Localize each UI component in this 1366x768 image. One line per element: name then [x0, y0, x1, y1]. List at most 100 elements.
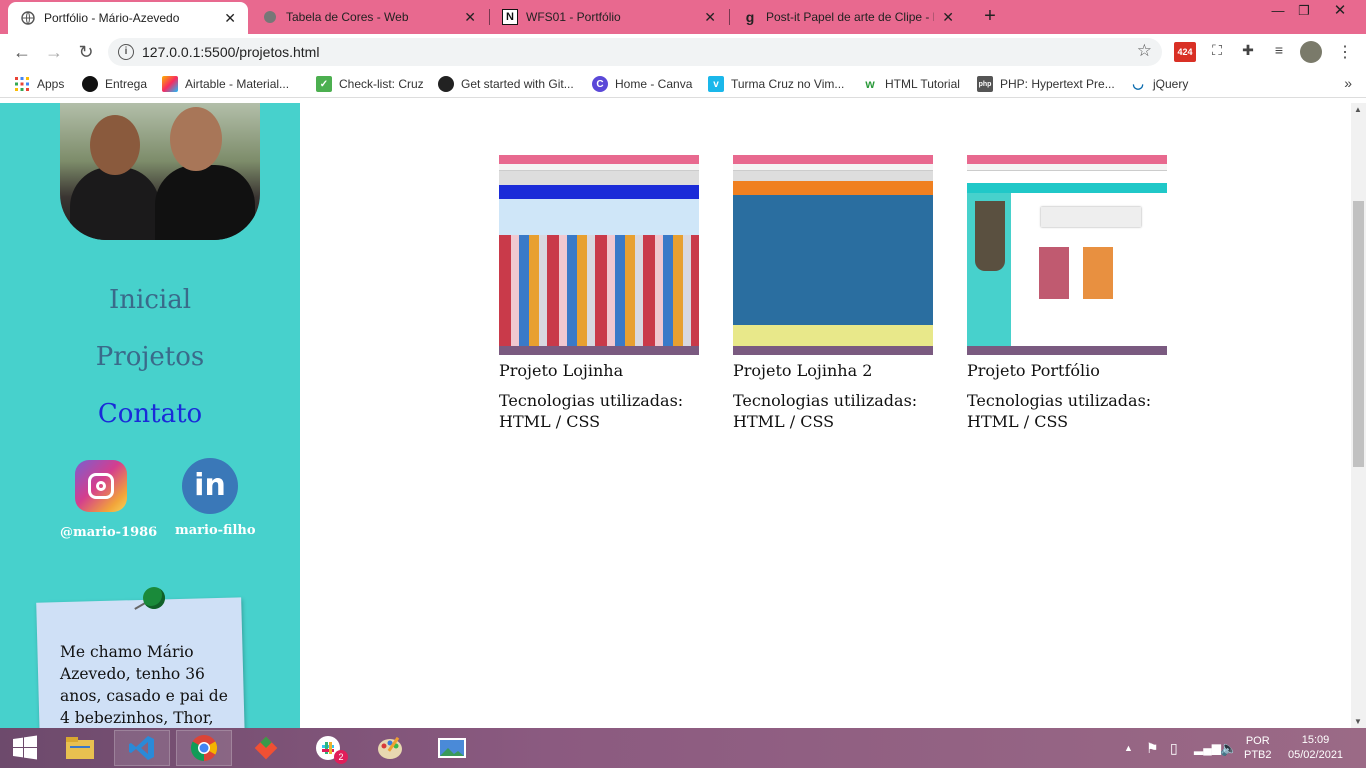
clock[interactable]: 15:09 05/02/2021 — [1288, 728, 1343, 768]
project-title: Projeto Lojinha — [499, 361, 624, 380]
media-playlist-icon[interactable]: ≡ — [1268, 42, 1290, 62]
page-content: Inicial Projetos Contato in @mario-1986 … — [0, 103, 1366, 728]
bookmark-canva[interactable]: C Home - Canva — [592, 75, 692, 93]
project-card-lojinha[interactable]: Projeto Lojinha Tecnologias utilizadas: … — [499, 155, 699, 432]
bookmark-entrega[interactable]: Entrega — [82, 75, 147, 93]
airtable-icon — [162, 76, 178, 92]
git-kraken-icon[interactable] — [238, 730, 294, 766]
tab-portfolio[interactable]: Portfólio - Mário-Azevedo ✕ — [8, 2, 248, 34]
extensions-puzzle-icon[interactable]: ✚ — [1237, 42, 1259, 62]
checkbox-icon: ✓ — [316, 76, 332, 92]
photos-icon[interactable] — [424, 730, 480, 766]
bookmark-github[interactable]: Get started with Git... — [438, 75, 574, 93]
screenshot-icon[interactable]: ⛶ — [1206, 42, 1228, 62]
bookmark-star-icon[interactable]: ☆ — [1137, 41, 1152, 61]
tab-tabela-cores[interactable]: Tabela de Cores - Web ✕ — [250, 0, 488, 34]
linkedin-icon[interactable]: in — [182, 458, 238, 514]
notion-icon: N — [502, 9, 518, 25]
project-card-portfolio[interactable]: Projeto Portfólio Tecnologias utilizadas… — [967, 155, 1167, 432]
pushpin-icon — [143, 587, 165, 609]
bookmark-jquery[interactable]: ◡ jQuery — [1130, 75, 1188, 93]
php-icon: php — [977, 76, 993, 92]
bookmark-label: Get started with Git... — [461, 77, 574, 91]
network-signal-icon[interactable]: ▂▄▆ — [1194, 728, 1221, 768]
bookmark-label: Airtable - Material... — [185, 77, 290, 91]
project-title: Projeto Portfólio — [967, 361, 1100, 380]
g-icon: g — [745, 9, 755, 25]
bookmark-label: Home - Canva — [615, 77, 693, 91]
windows-taskbar: 2 ▲ ⚑ ▯ ▂▄▆ 🔈 POR PTB2 15:09 05/02/2021 — [0, 728, 1366, 768]
nav-projetos[interactable]: Projetos — [0, 342, 300, 372]
address-bar[interactable]: i 127.0.0.1:5500/projetos.html ☆ — [108, 38, 1162, 66]
nav-inicial[interactable]: Inicial — [0, 285, 300, 315]
menu-kebab-icon[interactable]: ⋮ — [1334, 42, 1356, 62]
close-tab-icon[interactable]: ✕ — [704, 9, 716, 26]
project-card-lojinha-2[interactable]: Projeto Lojinha 2 Tecnologias utilizadas… — [733, 155, 933, 432]
profile-avatar[interactable] — [1300, 41, 1322, 63]
jquery-icon: ◡ — [1130, 76, 1146, 92]
about-text: Me chamo Mário Azevedo, tenho 36 anos, c… — [60, 643, 228, 727]
file-explorer-icon[interactable] — [52, 730, 108, 766]
tech-label: Tecnologias utilizadas: — [499, 391, 684, 410]
close-tab-icon[interactable]: ✕ — [942, 9, 954, 26]
project-thumbnail[interactable] — [733, 155, 933, 355]
more-bookmarks-chevron-icon[interactable]: » — [1344, 75, 1352, 91]
project-tech: Tecnologias utilizadas: HTML / CSS — [967, 390, 1167, 432]
forward-arrow-icon[interactable]: → — [42, 40, 66, 64]
w3schools-icon: w — [862, 76, 878, 92]
bookmark-label: Entrega — [105, 77, 148, 91]
bookmark-html-tutorial[interactable]: w HTML Tutorial — [862, 75, 960, 93]
paint-palette-icon[interactable] — [362, 730, 418, 766]
slack-icon[interactable]: 2 — [300, 730, 356, 766]
scroll-down-arrow-icon[interactable]: ▼ — [1354, 717, 1362, 726]
bookmark-label: Apps — [37, 77, 65, 91]
restore-button[interactable]: ❐ — [1284, 0, 1324, 24]
project-tech: Tecnologias utilizadas: HTML / CSS — [499, 390, 699, 432]
nav-contato[interactable]: Contato — [0, 399, 300, 429]
volume-icon[interactable]: 🔈 — [1220, 728, 1237, 768]
gmail-icon[interactable]: 424 — [1174, 42, 1196, 62]
bookmark-checklist[interactable]: ✓ Check-list: Cruz — [316, 75, 424, 93]
vertical-scrollbar[interactable]: ▲ ▼ — [1351, 103, 1366, 728]
apps-grid-icon — [14, 76, 30, 92]
keyboard-layout: PTB2 — [1244, 749, 1272, 761]
close-tab-icon[interactable]: ✕ — [224, 10, 236, 27]
chrome-icon[interactable] — [176, 730, 232, 766]
reload-icon[interactable]: ↻ — [74, 40, 98, 64]
site-info-icon[interactable]: i — [118, 44, 134, 60]
back-arrow-icon[interactable]: ← — [10, 40, 34, 64]
tab-title: Portfólio - Mário-Azevedo — [44, 11, 180, 25]
project-thumbnail[interactable] — [967, 155, 1167, 355]
browser-toolbar: ← → ↻ i 127.0.0.1:5500/projetos.html ☆ 4… — [0, 34, 1366, 70]
action-center-flag-icon[interactable]: ⚑ — [1146, 728, 1159, 768]
tech-list: HTML / CSS — [733, 412, 835, 431]
vscode-icon[interactable] — [114, 730, 170, 766]
tech-list: HTML / CSS — [499, 412, 601, 431]
linkedin-handle[interactable]: mario-filho — [175, 523, 256, 538]
bookmark-airtable[interactable]: Airtable - Material... — [162, 75, 289, 93]
close-tab-icon[interactable]: ✕ — [464, 9, 476, 26]
language-indicator[interactable]: POR PTB2 — [1244, 728, 1272, 768]
tab-postit[interactable]: g Post-it Papel de arte de Clipe - Pi ✕ — [730, 0, 966, 34]
bookmark-php[interactable]: php PHP: Hypertext Pre... — [977, 75, 1115, 93]
bookmark-label: Check-list: Cruz — [339, 77, 424, 91]
battery-icon[interactable]: ▯ — [1170, 728, 1178, 768]
github-icon — [438, 76, 454, 92]
bookmark-vimeo[interactable]: v Turma Cruz no Vim... — [708, 75, 844, 93]
bookmark-apps[interactable]: Apps — [14, 75, 64, 93]
slack-badge: 2 — [334, 750, 348, 764]
new-tab-button[interactable]: + — [978, 4, 1002, 28]
windows-start-icon[interactable] — [0, 730, 50, 766]
bookmark-label: HTML Tutorial — [885, 77, 960, 91]
language-code: POR — [1245, 735, 1270, 747]
scroll-up-arrow-icon[interactable]: ▲ — [1354, 105, 1362, 114]
scrollbar-thumb[interactable] — [1353, 201, 1364, 467]
project-thumbnail[interactable] — [499, 155, 699, 355]
tab-title: WFS01 - Portfólio — [526, 10, 621, 24]
close-window-button[interactable]: ✕ — [1320, 0, 1360, 24]
tab-wfs01[interactable]: N WFS01 - Portfólio ✕ — [490, 0, 728, 34]
instagram-icon[interactable] — [75, 460, 127, 512]
tray-expand-chevron-icon[interactable]: ▲ — [1124, 728, 1133, 768]
instagram-handle[interactable]: @mario-1986 — [60, 525, 157, 540]
globe-icon — [262, 9, 278, 25]
